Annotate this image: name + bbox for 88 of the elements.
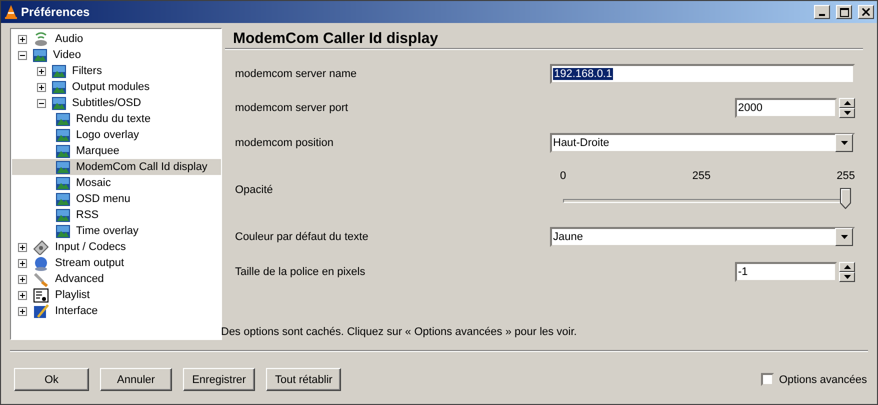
pencil-icon bbox=[33, 304, 49, 318]
caret-down-icon bbox=[840, 141, 848, 145]
checkbox[interactable] bbox=[760, 373, 774, 386]
list-icon bbox=[33, 288, 49, 302]
dropdown-button[interactable] bbox=[835, 228, 853, 246]
spin-up-button[interactable] bbox=[839, 98, 855, 108]
expand-icon[interactable] bbox=[18, 290, 27, 300]
slider-max-label: 255 bbox=[836, 170, 855, 182]
advanced-options-checkbox[interactable]: Options avancées bbox=[760, 373, 867, 386]
tree-item[interactable]: Audio bbox=[12, 31, 221, 47]
image-icon bbox=[52, 80, 66, 94]
image-icon bbox=[56, 208, 70, 222]
expand-icon[interactable] bbox=[18, 34, 27, 44]
tree-item[interactable]: ModemCom Call Id display bbox=[12, 159, 221, 175]
tree-item[interactable]: OSD menu bbox=[12, 191, 221, 207]
image-icon bbox=[33, 48, 47, 62]
tree-item[interactable]: Output modules bbox=[12, 79, 221, 95]
slider-thumb[interactable] bbox=[840, 188, 851, 209]
tree-item[interactable]: Input / Codecs bbox=[12, 239, 221, 255]
setting-label: Couleur par défaut du texte bbox=[235, 231, 368, 243]
tree-item[interactable]: Playlist bbox=[12, 287, 221, 303]
tree-item[interactable]: Video bbox=[12, 47, 221, 63]
setting-label: modemcom server name bbox=[235, 68, 357, 80]
spin-down-button[interactable] bbox=[839, 272, 855, 282]
close-button[interactable] bbox=[858, 5, 874, 19]
dialog-button[interactable]: Enregistrer bbox=[183, 368, 255, 391]
maximize-button[interactable] bbox=[836, 5, 852, 19]
setting-label: Opacité bbox=[235, 184, 273, 196]
dialog-button[interactable]: Annuler bbox=[100, 368, 172, 391]
tree-item[interactable]: Marquee bbox=[12, 143, 221, 159]
caret-up-icon bbox=[844, 101, 850, 105]
collapse-icon[interactable] bbox=[37, 98, 46, 108]
tree-item[interactable]: Stream output bbox=[12, 255, 221, 271]
image-icon bbox=[56, 176, 70, 190]
expand-icon[interactable] bbox=[18, 258, 27, 268]
number-field[interactable]: -1 bbox=[735, 262, 837, 282]
tree-item[interactable]: Mosaic bbox=[12, 175, 221, 191]
dropdown[interactable]: Haut-Droite bbox=[550, 133, 855, 153]
image-icon bbox=[56, 192, 70, 206]
spin-up-button[interactable] bbox=[839, 262, 855, 272]
spin-down-button[interactable] bbox=[839, 108, 855, 118]
text-field[interactable]: 192.168.0.1 bbox=[550, 64, 855, 84]
setting-label: Taille de la police en pixels bbox=[235, 266, 366, 278]
window-title: Préférences bbox=[21, 5, 91, 19]
cone-icon bbox=[5, 5, 17, 19]
caret-down-icon bbox=[844, 111, 850, 115]
tree-item[interactable]: Logo overlay bbox=[12, 127, 221, 143]
expand-icon[interactable] bbox=[18, 274, 27, 284]
speaker-icon bbox=[33, 32, 49, 46]
wrench-icon bbox=[33, 272, 49, 286]
tree-item[interactable]: Filters bbox=[12, 63, 221, 79]
expand-icon[interactable] bbox=[18, 306, 27, 316]
tree-item[interactable]: Subtitles/OSD bbox=[12, 95, 221, 111]
dialog-button[interactable]: Ok bbox=[14, 368, 89, 391]
image-icon bbox=[56, 128, 70, 142]
dropdown[interactable]: Jaune bbox=[550, 227, 855, 247]
expand-icon[interactable] bbox=[37, 82, 46, 92]
dialog-button[interactable]: Tout rétablir bbox=[266, 368, 342, 391]
setting-label: modemcom server port bbox=[235, 102, 348, 114]
collapse-icon[interactable] bbox=[18, 50, 27, 60]
slider-mid-label: 255 bbox=[692, 170, 711, 182]
image-icon bbox=[56, 160, 70, 174]
caret-up-icon bbox=[844, 265, 850, 269]
tree-item[interactable]: RSS bbox=[12, 207, 221, 223]
panel-title: ModemCom Caller Id display bbox=[225, 28, 863, 49]
expand-icon[interactable] bbox=[18, 242, 27, 252]
hint-text: Des options sont cachés. Cliquez sur « Options avancées » pour les voir. bbox=[221, 325, 578, 338]
image-icon bbox=[56, 112, 70, 126]
slider-min-label: 0 bbox=[560, 170, 566, 182]
caret-down-icon bbox=[844, 275, 850, 279]
image-icon bbox=[52, 64, 66, 78]
image-icon bbox=[56, 144, 70, 158]
setting-label: modemcom position bbox=[235, 137, 334, 149]
tree-item[interactable]: Interface bbox=[12, 303, 221, 319]
dropdown-button[interactable] bbox=[835, 134, 853, 152]
close-icon bbox=[862, 8, 870, 16]
tree-item[interactable]: Rendu du texte bbox=[12, 111, 221, 127]
number-field[interactable]: 2000 bbox=[735, 98, 837, 118]
minimize-button[interactable] bbox=[814, 5, 830, 19]
globe-icon bbox=[33, 256, 49, 270]
image-icon bbox=[52, 96, 66, 110]
caret-down-icon bbox=[840, 235, 848, 239]
image-icon bbox=[56, 224, 70, 238]
maximize-icon bbox=[840, 8, 848, 16]
tree-item[interactable]: Advanced bbox=[12, 271, 221, 287]
expand-icon[interactable] bbox=[37, 66, 46, 76]
tree-item[interactable]: Time overlay bbox=[12, 223, 221, 239]
slider[interactable] bbox=[563, 188, 851, 210]
